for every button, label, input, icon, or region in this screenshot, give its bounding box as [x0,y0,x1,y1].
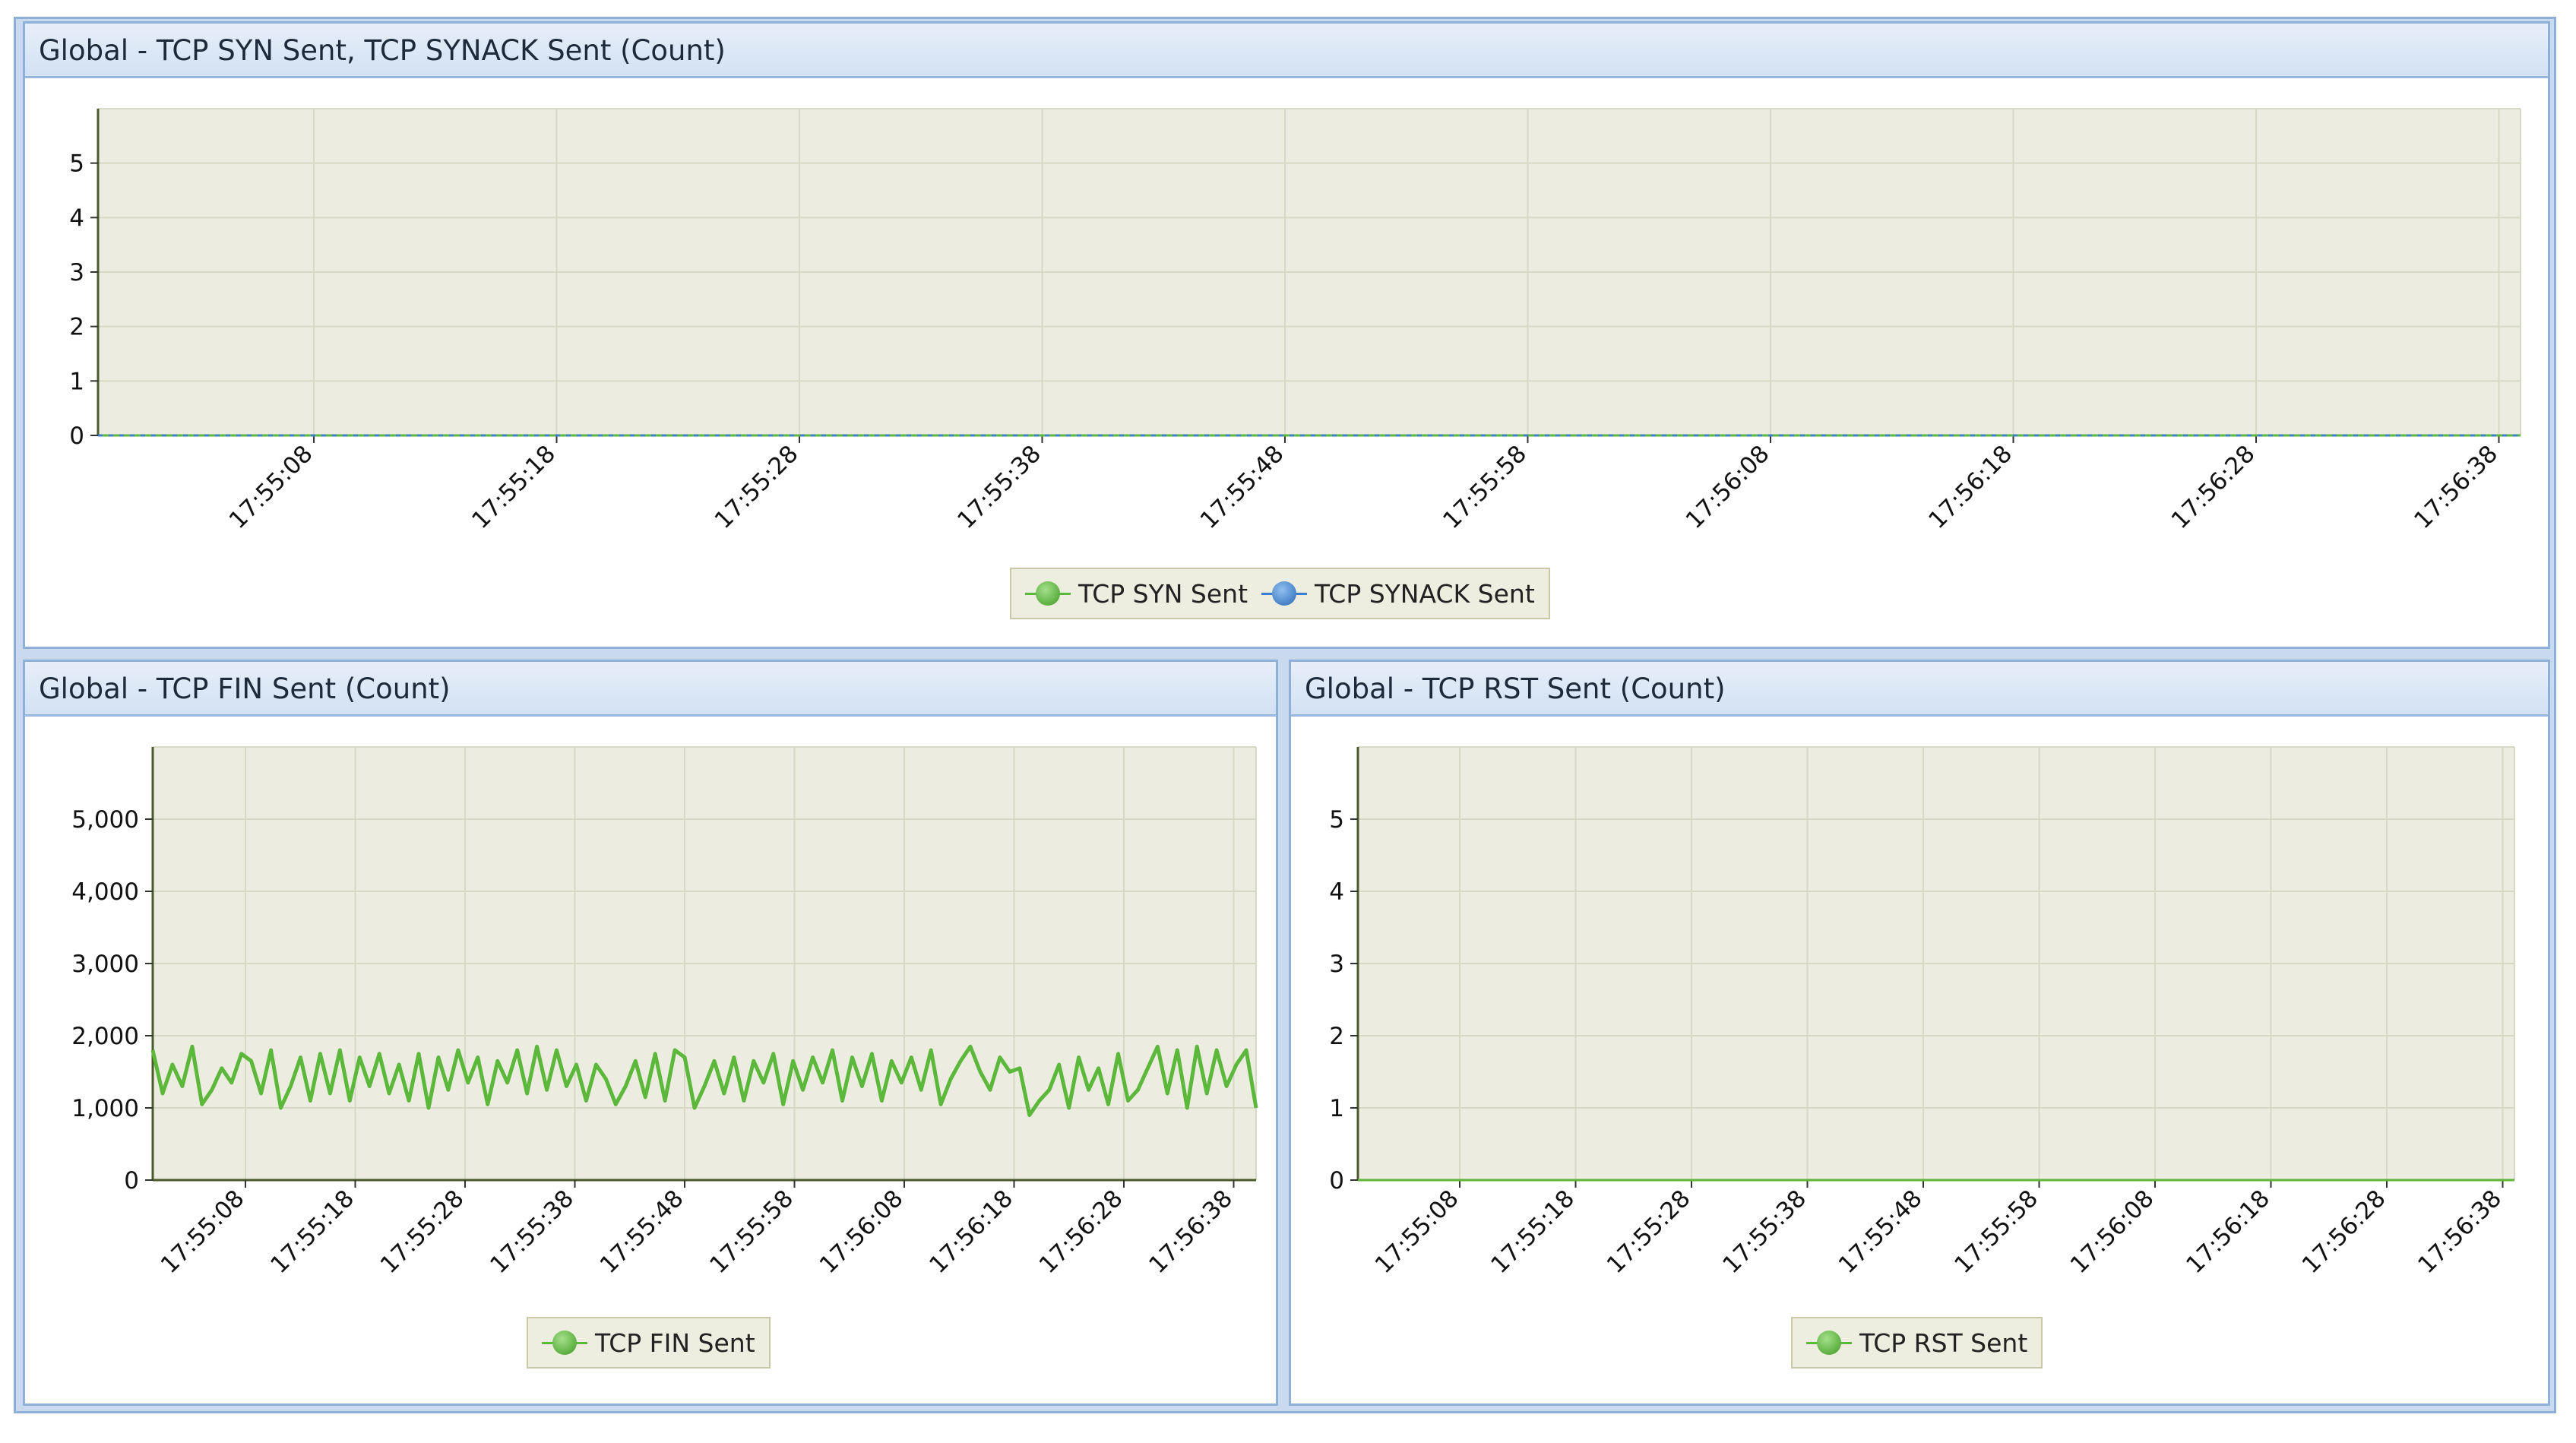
x-tick-label: 17:56:28 [2166,440,2261,534]
fin-chart: 01,0002,0003,0004,0005,00017:55:08 17:55:… [71,746,1258,1279]
panel-header: Global - TCP SYN Sent, TCP SYNACK Sent (… [25,24,2548,78]
legend-label: TCP SYN Sent [1078,578,1248,609]
x-tick-label: 17:56:08 [815,1185,909,1279]
y-tick-label: 4 [1329,878,1344,906]
fin-chart-panel: Global - TCP FIN Sent (Count) 0 1,000 2,00… [23,660,1278,1406]
x-tick-label: 17:55:28 [375,1185,470,1279]
x-tick-label: 17:56:38 [1144,1185,1238,1279]
x-tick-label: 17:55:08 [1370,1185,1464,1279]
x-tick-label: 17:56:18 [1923,440,2017,534]
legend-label: TCP SYNACK Sent [1315,578,1535,609]
x-tick-label: 17:56:28 [1034,1185,1128,1279]
x-tick-label: 17:55:08 [156,1185,250,1279]
y-tick-label: 0 [124,1167,139,1195]
x-tick-label: 17:55:28 [710,440,804,534]
legend-marker-icon [542,1329,587,1356]
syn-chart-panel: Global - TCP SYN Sent, TCP SYNACK Sent (… [23,21,2550,649]
x-tick-label: 17:55:38 [485,1185,579,1279]
x-tick-label: 17:55:48 [1834,1185,1928,1279]
x-tick-label: 17:56:18 [2181,1185,2275,1279]
y-tick-label: 0 [1329,1167,1344,1195]
x-tick-label: 17:55:38 [952,440,1046,534]
y-tick-label: 5 [69,150,84,178]
x-tick-label: 17:56:38 [2413,1185,2507,1279]
x-tick-label: 17:55:58 [1949,1185,2043,1279]
syn-chart: 0 1 2 3 4 5 17:55:08 17:55:18 17:55:28 17:55:38 17… [69,108,2521,534]
legend-label: TCP RST Sent [1859,1327,2028,1358]
x-tick-label: 17:55:28 [1602,1185,1696,1279]
legend-item-synack[interactable]: TCP SYNACK Sent [1261,579,1535,609]
y-tick-label: 5,000 [71,806,139,834]
x-tick-label: 17:55:38 [1717,1185,1812,1279]
legend-marker-icon [1261,580,1308,607]
panel-title: Global - TCP SYN Sent, TCP SYNACK Sent (… [39,34,726,67]
panel-header: Global - TCP RST Sent (Count) [1291,662,2548,717]
x-tick-label: 17:55:48 [595,1185,689,1279]
y-tick-label: 5 [1329,806,1344,834]
x-tick-label: 17:56:08 [1681,440,1775,534]
x-tick-label: 17:55:58 [1438,440,1532,534]
legend-label: TCP FIN Sent [595,1327,755,1358]
panel-header: Global - TCP FIN Sent (Count) [25,662,1276,717]
y-tick-label: 3,000 [71,951,139,978]
y-tick-label: 2 [1329,1023,1344,1050]
rst-chart: 01234517:55:08 17:55:18 17:55:28 17:55:38 17… [1329,746,2515,1279]
x-tick-label: 17:56:28 [2297,1185,2391,1279]
y-tick-label: 2,000 [71,1023,139,1050]
legend-item-syn[interactable]: TCP SYN Sent [1025,579,1248,609]
y-tick-label: 2 [69,314,84,341]
y-tick-label: 0 [69,422,84,450]
x-tick-label: 17:55:18 [265,1185,359,1279]
panel-title: Global - TCP RST Sent (Count) [1305,672,1726,705]
y-tick-label: 4 [69,204,84,232]
chart-legend: TCP SYN Sent TCP SYNACK Sent [1010,568,1550,619]
y-tick-label: 3 [69,259,84,286]
x-tick-label: 17:56:38 [2409,440,2503,534]
chart-legend: TCP FIN Sent [527,1317,771,1369]
y-tick-label: 1,000 [71,1095,139,1122]
chart-legend: TCP RST Sent [1791,1317,2043,1369]
x-tick-label: 17:55:58 [704,1185,799,1279]
x-tick-label: 17:55:08 [224,440,318,534]
legend-item-fin[interactable]: TCP FIN Sent [542,1328,755,1358]
legend-item-rst[interactable]: TCP RST Sent [1806,1328,2027,1358]
x-tick-label: 17:55:18 [467,440,561,534]
y-tick-label: 4,000 [71,878,139,906]
x-tick-label: 17:55:48 [1195,440,1290,534]
legend-marker-icon [1806,1329,1852,1356]
legend-marker-icon [1025,580,1071,607]
y-tick-label: 1 [1329,1095,1344,1122]
x-tick-label: 17:56:18 [924,1185,1018,1279]
panel-title: Global - TCP FIN Sent (Count) [39,672,451,705]
rst-chart-panel: Global - TCP RST Sent (Count) 0 1 2 3 4 5 17:5… [1289,660,2550,1406]
y-tick-label: 3 [1329,951,1344,978]
x-tick-label: 17:56:08 [2065,1185,2160,1279]
x-tick-label: 17:55:18 [1486,1185,1580,1279]
y-tick-label: 1 [69,368,84,395]
